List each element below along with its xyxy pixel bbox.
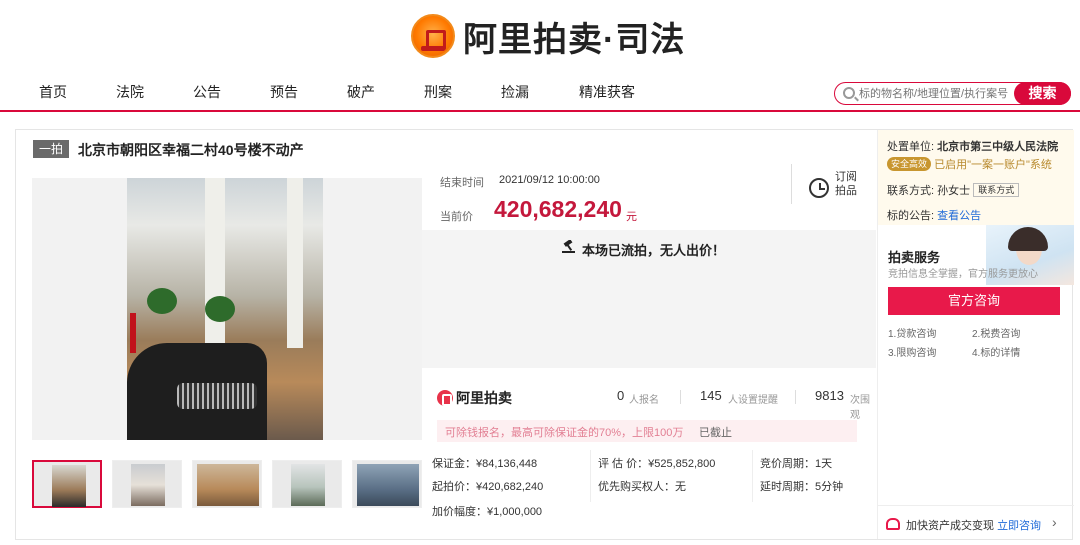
alipai-logo: 阿里拍卖 (437, 388, 512, 408)
stat-divider (680, 390, 681, 404)
court-info: 处置单位: 北京市第三中级人民法院 安全高效 已启用"一案一账户"系统 联系方式… (878, 130, 1074, 225)
contact-label: 联系方式: (887, 185, 935, 197)
subscribe-button[interactable]: 订阅拍品 (835, 170, 865, 198)
round-badge: 一拍 (33, 140, 70, 158)
asset-promo-label: 加快资产成交变现 (906, 520, 994, 532)
views-count: 9813 (815, 388, 844, 403)
detail-divider (752, 450, 753, 502)
divider (791, 164, 792, 204)
contact-line: 联系方式: 孙女士 联系方式 (887, 182, 1020, 198)
nav-item-bargain[interactable]: 捡漏 (501, 82, 529, 102)
contact-name: 孙女士 (937, 185, 971, 197)
court-emblem-icon (411, 14, 455, 58)
registered-count: 0 (617, 388, 625, 403)
deposit-notice-status: 已截止 (699, 427, 732, 439)
asset-promo[interactable]: 加快资产成交变现 立即咨询 › (878, 505, 1074, 539)
site-brand[interactable]: 阿里拍卖·司法 (411, 10, 685, 62)
thumbnail-4[interactable] (272, 460, 342, 508)
priority-buyer-detail: 优先购买权人：无 (598, 478, 686, 494)
search-button[interactable]: 搜索 (1014, 82, 1071, 105)
arrow-right-icon[interactable]: › (1052, 514, 1057, 530)
bid-period-detail: 竞价周期：1天 (760, 458, 833, 470)
alipai-logo-text: 阿里拍卖 (456, 390, 512, 406)
increment-detail: 加价幅度：¥1,000,000 (432, 506, 543, 518)
account-notice[interactable]: 已启用"一案一账户"系统 (934, 159, 1052, 171)
asset-promo-link[interactable]: 立即咨询 (997, 520, 1041, 532)
notice-label: 标的公告: (887, 210, 935, 222)
official-consult-button[interactable]: 官方咨询 (888, 287, 1060, 315)
start-price-detail: 起拍价：¥420,682,240 (432, 481, 544, 493)
reminder-label: 人设置提醒 (728, 395, 778, 406)
hammer-icon (562, 240, 575, 253)
court-line: 处置单位: 北京市第三中级人民法院 (887, 138, 1058, 154)
site-header: 阿里拍卖·司法 (0, 0, 1080, 72)
deposit-detail: 保证金：¥84,136,448 (432, 458, 538, 470)
thumbnail-5[interactable] (352, 460, 422, 508)
site-title: 阿里拍卖·司法 (463, 20, 686, 59)
thumbnail-2[interactable] (112, 460, 182, 508)
nav-item-criminal[interactable]: 刑案 (424, 82, 452, 102)
registered-label: 人报名 (629, 395, 659, 406)
views-label: 次围观 (850, 395, 870, 421)
current-price: 420,682,240 (494, 196, 622, 222)
reminder-count: 145 (700, 388, 722, 403)
notice-link[interactable]: 查看公告 (937, 210, 981, 222)
nav-item-lead[interactable]: 精准获客 (579, 82, 635, 102)
court-name[interactable]: 北京市第三中级人民法院 (937, 141, 1058, 153)
stats-bar: 阿里拍卖 0 人报名 145 人设置提醒 9813 次围观 (422, 378, 876, 421)
item-title: 北京市朝阳区幸福二村40号楼不动产 (78, 142, 304, 158)
status-panel: 本场已流拍，无人出价！ (422, 230, 876, 368)
account-line: 安全高效 已启用"一案一账户"系统 (887, 156, 1052, 172)
service-link-details[interactable]: 4.标的详情 (972, 344, 1020, 359)
detail-divider (590, 450, 591, 502)
nav-item-bankruptcy[interactable]: 破产 (347, 82, 375, 102)
thumbnail-1[interactable] (32, 460, 102, 508)
asset-icon (886, 518, 900, 530)
service-panel: 拍卖服务 竞拍信息全掌握，官方服务更放心 官方咨询 1.贷款咨询 2.税费咨询 … (878, 225, 1074, 375)
current-price-label: 当前价 (440, 211, 473, 223)
search-bar: 搜索 (834, 82, 1071, 105)
priority-buyer-label: 优先购买权人 (598, 481, 664, 493)
service-subtitle: 竞拍信息全掌握，官方服务更放心 (888, 269, 1038, 280)
end-time-label: 结束时间 (440, 177, 484, 189)
service-link-tax[interactable]: 2.税费咨询 (972, 325, 1020, 340)
lobby-photo (127, 178, 323, 440)
sidebar: 处置单位: 北京市第三中级人民法院 安全高效 已启用"一案一账户"系统 联系方式… (877, 130, 1074, 539)
auction-info: 结束时间 2021/09/12 10:00:00 当前价 420,682,240… (422, 158, 876, 538)
court-label: 处置单位: (887, 141, 935, 153)
search-input[interactable] (859, 85, 1011, 102)
stat-divider (795, 390, 796, 404)
notice-line: 标的公告: 查看公告 (887, 207, 981, 223)
delay-period-detail: 延时周期：5分钟 (760, 481, 844, 493)
thumbnail-3[interactable] (192, 460, 262, 508)
nav-item-preview[interactable]: 预告 (270, 82, 298, 102)
nav-item-announcement[interactable]: 公告 (193, 82, 221, 102)
search-icon (843, 87, 855, 99)
failed-notice: 本场已流拍，无人出价！ (582, 243, 726, 258)
alipai-logo-icon (437, 390, 453, 406)
nav-item-home[interactable]: 首页 (39, 82, 67, 102)
thumbnail-strip (32, 460, 422, 508)
service-link-restriction[interactable]: 3.限购咨询 (888, 344, 936, 359)
currency-unit: 元 (626, 211, 637, 223)
priority-buyer-value: ：无 (664, 481, 686, 493)
deposit-notice-text: 可除钱报名，最高可除保证金的70%，上限100万 (445, 427, 684, 439)
service-title: 拍卖服务 (888, 250, 941, 265)
end-time-value: 2021/09/12 10:00:00 (499, 174, 600, 186)
clock-icon[interactable] (809, 178, 829, 198)
assessed-price-detail: 评 估 价：¥525,852,800 (598, 458, 716, 470)
main-photo[interactable] (32, 178, 422, 440)
deposit-notice: 可除钱报名，最高可除保证金的70%，上限100万 已截止 (437, 420, 857, 442)
nav-item-court[interactable]: 法院 (116, 82, 144, 102)
contact-button[interactable]: 联系方式 (973, 183, 1020, 197)
asset-promo-text: 加快资产成交变现 立即咨询 (906, 517, 1041, 533)
service-link-loan[interactable]: 1.贷款咨询 (888, 325, 936, 340)
auction-card: 一拍 北京市朝阳区幸福二村40号楼不动产 结束时间 2021/09/12 10:… (15, 129, 1074, 540)
safety-badge: 安全高效 (887, 157, 932, 171)
